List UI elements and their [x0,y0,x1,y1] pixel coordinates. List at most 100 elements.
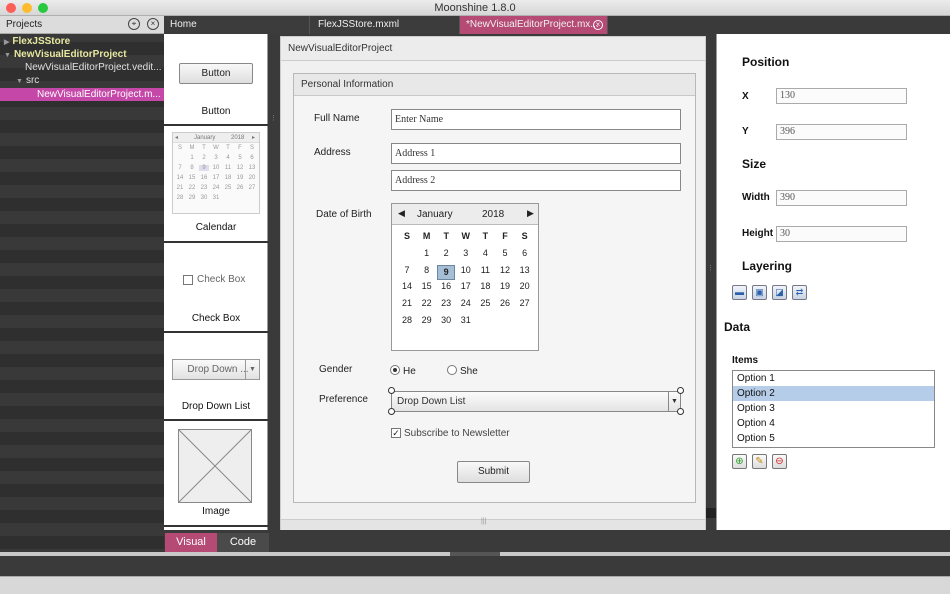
personal-info-panel[interactable]: Personal Information Full Name Enter Nam… [293,73,696,503]
calendar-date[interactable]: 14 [398,281,416,291]
tree-item-src[interactable]: ▼ src [0,74,164,87]
close-tab-icon[interactable]: × [593,20,603,30]
list-item[interactable]: Option 3 [733,401,934,416]
palette-item-image[interactable]: Image [164,421,268,527]
splitter-grip-icon: ⋮ [707,265,714,272]
properties-splitter[interactable]: ⋮ [706,34,716,530]
canvas-hscrollbar[interactable]: ||| [281,518,705,530]
calendar-date[interactable]: 25 [476,298,494,308]
calendar-date[interactable]: 24 [457,298,475,308]
palette-item-checkbox[interactable]: Check Box Check Box [164,243,268,333]
tree-item-newvisualeditorproject[interactable]: ▼ NewVisualEditorProject [0,48,164,61]
gender-he-label: He [403,366,416,377]
preference-dropdown[interactable]: Drop Down List ▼ [391,391,681,412]
height-input[interactable]: 30 [776,226,907,242]
calendar-date: 19 [236,175,244,181]
palette-item-button[interactable]: Button Button [164,34,268,126]
next-month-icon[interactable]: ▶ [527,208,534,219]
collapse-arrow-icon[interactable]: ▼ [4,52,11,59]
palette-item-dropdown[interactable]: Drop Down ... ▼ Drop Down List [164,333,268,421]
editor-mode-tabs: Visual Code [164,530,950,552]
gender-he-radio[interactable] [390,365,400,375]
calendar-date[interactable]: 8 [418,265,436,275]
list-item[interactable]: Option 5 [733,431,934,446]
close-panel-icon[interactable]: × [147,18,159,30]
tab-visual[interactable]: Visual [165,533,217,552]
calendar-date[interactable]: 13 [516,265,534,275]
edit-item-icon[interactable]: ✎ [752,454,767,469]
calendar-date[interactable]: 26 [496,298,514,308]
calendar-date[interactable]: 5 [496,248,514,258]
resize-handle[interactable] [388,408,395,415]
calendar-date[interactable]: 2 [437,248,455,258]
calendar-date[interactable]: 11 [476,265,494,275]
calendar-date[interactable]: 15 [418,281,436,291]
calendar-date[interactable]: 23 [437,298,455,308]
minimize-window-button[interactable] [22,3,32,13]
collapse-arrow-icon[interactable]: ▼ [16,78,23,85]
newsletter-checkbox[interactable]: ✓ [391,428,401,438]
calendar-date[interactable]: 17 [457,281,475,291]
console-grip[interactable] [450,552,500,556]
locate-icon[interactable]: ⌖ [128,18,140,30]
dob-calendar[interactable]: ◀ January 2018 ▶ S M T W T F S 1 2 3 4 5 6 7 8 9 10 11 12 1… [391,203,539,351]
expand-arrow-icon[interactable]: ▶ [4,39,9,46]
tree-item-veditor-file[interactable]: NewVisualEditorProject.vedit... [0,61,164,74]
gender-she-radio[interactable] [447,365,457,375]
tree-item-mxml-file[interactable]: NewVisualEditorProject.m... [0,88,164,101]
calendar-date[interactable]: 20 [516,281,534,291]
calendar-date[interactable]: 22 [418,298,436,308]
calendar-date[interactable]: 27 [516,298,534,308]
calendar-date[interactable]: 16 [437,281,455,291]
calendar-date[interactable]: 19 [496,281,514,291]
bring-forward-icon[interactable]: ▣ [752,285,767,300]
calendar-date[interactable]: 12 [496,265,514,275]
calendar-date[interactable]: 31 [457,315,475,325]
tab-code[interactable]: Code [217,533,269,552]
calendar-date[interactable]: 21 [398,298,416,308]
send-backward-icon[interactable]: ◪ [772,285,787,300]
resize-handle[interactable] [388,387,395,394]
calendar-date[interactable]: 9 [437,264,456,280]
calendar-date[interactable]: 28 [398,315,416,325]
items-list[interactable]: Option 1 Option 2 Option 3 Option 4 Opti… [732,370,935,448]
y-input[interactable]: 396 [776,124,907,140]
submit-button[interactable]: Submit [457,461,530,483]
palette-splitter[interactable]: ⋮ [268,34,280,530]
splitter-grip-icon: ⋮ [270,115,277,122]
close-window-button[interactable] [6,3,16,13]
address-line2-input[interactable]: Address 2 [391,170,681,191]
resize-handle[interactable] [677,387,684,394]
calendar-date[interactable]: 4 [476,248,494,258]
address-line1-input[interactable]: Address 1 [391,143,681,164]
tab-home[interactable]: Home [164,16,310,34]
prev-month-icon[interactable]: ◀ [398,208,405,219]
palette-item-calendar[interactable]: ◂ January 2018 ▸ S M T W T F S 1 2 3 4 5 6 7 8 9 10 11 12 1… [164,126,268,243]
width-input[interactable]: 390 [776,190,907,206]
send-to-back-icon[interactable]: ⇄ [792,285,807,300]
list-item[interactable]: Option 1 [733,371,934,386]
remove-item-icon[interactable]: ⊖ [772,454,787,469]
palette-label: Check Box [191,313,241,324]
resize-handle[interactable] [677,408,684,415]
list-item[interactable]: Option 4 [733,416,934,431]
zoom-window-button[interactable] [38,3,48,13]
calendar-date[interactable]: 6 [516,248,534,258]
tab-newvisualeditorproject[interactable]: *NewVisualEditorProject.mx... × [460,16,608,34]
list-item[interactable]: Option 2 [733,386,934,401]
add-item-icon[interactable]: ⊕ [732,454,747,469]
calendar-day-header: T [482,231,489,241]
calendar-date[interactable]: 29 [418,315,436,325]
full-name-input[interactable]: Enter Name [391,109,681,130]
tree-item-label: NewVisualEditorProject [13,49,127,60]
tab-flexjsstore[interactable]: FlexJSStore.mxml [310,16,460,34]
x-input[interactable]: 130 [776,88,907,104]
bring-to-front-icon[interactable]: ▬ [732,285,747,300]
calendar-date[interactable]: 3 [457,248,475,258]
tree-item-flexjsstore[interactable]: ▶ FlexJSStore [0,35,164,48]
calendar-date[interactable]: 1 [418,248,436,258]
calendar-date[interactable]: 10 [457,265,475,275]
calendar-date[interactable]: 30 [437,315,455,325]
calendar-date[interactable]: 18 [476,281,494,291]
calendar-date[interactable]: 7 [398,265,416,275]
